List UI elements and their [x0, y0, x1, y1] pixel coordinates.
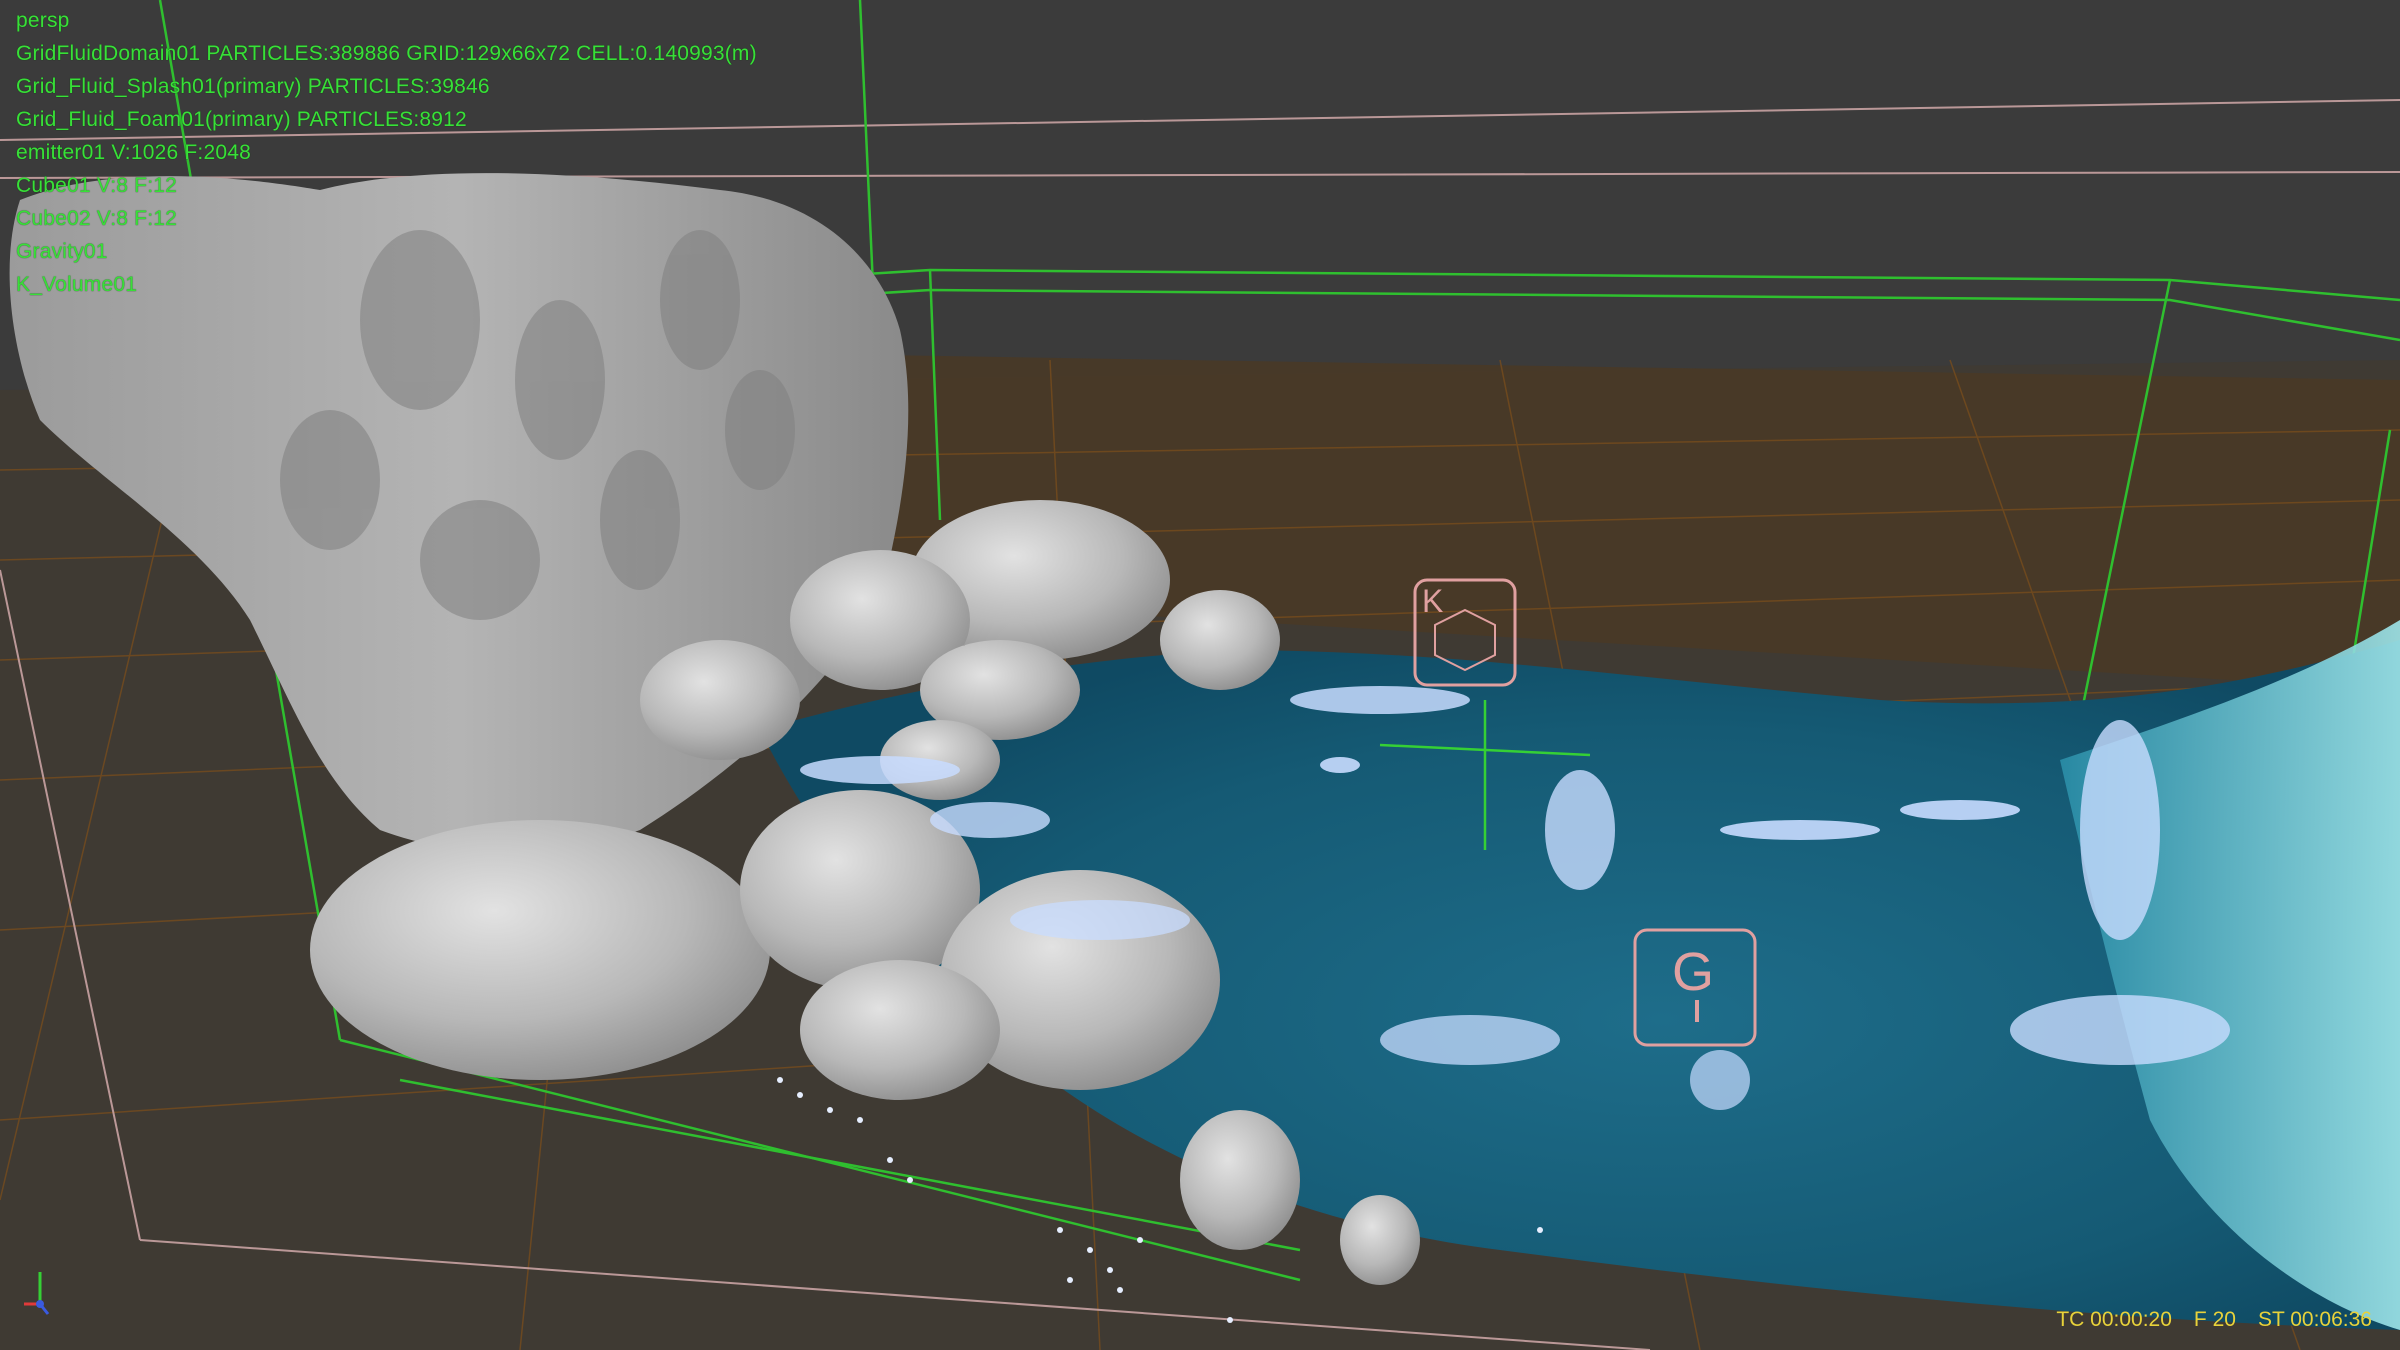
- hud-line: Cube01 V:8 F:12: [16, 174, 177, 197]
- hud-line: Grid_Fluid_Foam01(primary) PARTICLES:891…: [16, 108, 467, 131]
- k-gizmo-label: K: [1422, 583, 1443, 619]
- camera-label: persp: [16, 9, 70, 32]
- axis-gizmo-icon: [24, 1272, 50, 1315]
- hud-line: Gravity01: [16, 240, 108, 263]
- g-gizmo-label: G: [1672, 942, 1714, 1002]
- sim-time: ST 00:06:36: [2257, 1308, 2372, 1331]
- hud-line: K_Volume01: [16, 273, 138, 296]
- 3d-viewport[interactable]: K G persp GridFluidDomain01 PARTICLES:38…: [0, 0, 2400, 1350]
- hud-line: Grid_Fluid_Splash01(primary) PARTICLES:3…: [16, 75, 490, 98]
- timecode: TC 00:00:20: [2056, 1308, 2172, 1331]
- hud-line: emitter01 V:1026 F:2048: [16, 141, 251, 164]
- object-info-hud: persp GridFluidDomain01 PARTICLES:389886…: [16, 4, 757, 301]
- hud-line: GridFluidDomain01 PARTICLES:389886 GRID:…: [16, 42, 757, 65]
- hud-line: Cube02 V:8 F:12: [16, 207, 177, 230]
- timeline-status: TC 00:00:20 F 20 ST 00:06:36: [2056, 1308, 2372, 1332]
- frame-number: F 20: [2193, 1308, 2236, 1331]
